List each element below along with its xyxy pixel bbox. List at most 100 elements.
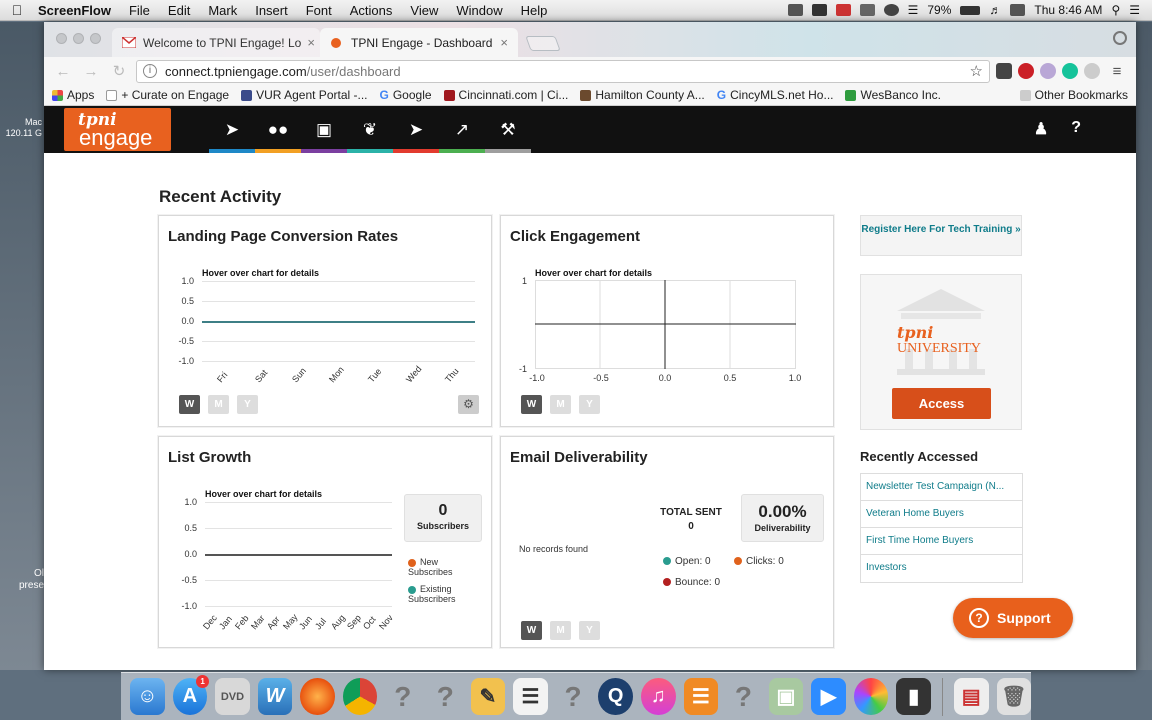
unknown-app-icon[interactable]: ?	[428, 678, 463, 715]
user-icon[interactable]: ♟	[1034, 119, 1048, 139]
unknown-app-icon[interactable]: ?	[556, 678, 591, 715]
menu-insert[interactable]: Insert	[246, 3, 297, 18]
preview-icon[interactable]: ▣	[768, 678, 804, 715]
tab-gmail[interactable]: Welcome to TPNI Engage! Lo ×	[112, 28, 320, 57]
itunes-icon[interactable]: ♫	[640, 678, 676, 715]
bookmark-cincymls[interactable]: G CincyMLS.net Ho...	[717, 88, 834, 102]
chrome-menu-icon[interactable]: ≡	[1106, 63, 1128, 80]
recent-item[interactable]: Investors	[861, 555, 1022, 582]
screenflow-record-icon[interactable]	[787, 4, 803, 16]
recent-item[interactable]: Veteran Home Buyers	[861, 501, 1022, 528]
battery-icon[interactable]	[960, 5, 981, 15]
spotlight-search-icon[interactable]: ⚲	[1111, 3, 1120, 17]
app-store-icon[interactable]: A1	[172, 675, 210, 715]
support-button[interactable]: ? Support	[953, 598, 1073, 638]
bookmark-vur[interactable]: VUR Agent Portal -...	[241, 88, 368, 102]
trash-icon[interactable]: 🗑	[996, 678, 1032, 715]
pinterest-extension-icon[interactable]	[1018, 63, 1034, 79]
help-icon[interactable]: ?	[1071, 119, 1081, 139]
address-bar[interactable]: i connect.tpniengage.com/user/dashboard …	[136, 59, 990, 83]
ibooks-icon[interactable]: ☰	[683, 678, 719, 715]
leaf-icon[interactable]: ❦	[347, 106, 393, 153]
finder-icon[interactable]: ☺	[130, 678, 165, 715]
forward-arrow-icon[interactable]: →	[80, 63, 102, 80]
close-window-button[interactable]	[56, 33, 67, 44]
bookmark-star-icon[interactable]: ☆	[970, 62, 983, 80]
buffer-extension-icon[interactable]	[996, 63, 1012, 79]
analytics-icon[interactable]: ↗	[439, 106, 485, 153]
menu-window[interactable]: Window	[447, 3, 511, 18]
bookmark-other[interactable]: Other Bookmarks	[1019, 88, 1128, 102]
bookmark-cincinnati[interactable]: Cincinnati.com | Ci...	[443, 88, 568, 102]
notification-center-icon[interactable]: ☰	[1129, 3, 1140, 17]
menu-file[interactable]: File	[120, 3, 159, 18]
profile-icon[interactable]	[1113, 31, 1127, 45]
new-tab-button[interactable]	[525, 36, 561, 51]
week-button[interactable]: W	[179, 395, 200, 414]
recent-item[interactable]: Newsletter Test Campaign (N...	[861, 474, 1022, 501]
time-machine-icon[interactable]	[883, 4, 899, 16]
zoom-icon[interactable]: ▶	[811, 678, 846, 715]
bookmark-curate[interactable]: + Curate on Engage	[106, 88, 229, 102]
wrench-icon[interactable]: ⚒	[485, 106, 531, 153]
year-button[interactable]: Y	[579, 621, 600, 640]
volume-icon[interactable]: ♬	[989, 3, 1001, 17]
wifi-icon[interactable]: ☰	[908, 3, 919, 17]
tab-dashboard[interactable]: TPNI Engage - Dashboard ×	[320, 28, 518, 57]
menu-font[interactable]: Font	[297, 3, 341, 18]
photos-icon[interactable]	[853, 678, 889, 715]
menu-edit[interactable]: Edit	[159, 3, 199, 18]
menu-app-name[interactable]: ScreenFlow	[34, 3, 120, 18]
flag-icon[interactable]	[859, 4, 875, 16]
textedit-icon[interactable]: ☰	[513, 678, 548, 715]
zoom-window-button[interactable]	[90, 33, 101, 44]
recent-item[interactable]: First Time Home Buyers	[861, 528, 1022, 555]
quicktime-icon[interactable]: Q	[598, 678, 633, 715]
unknown-app-icon[interactable]: ?	[726, 678, 761, 715]
week-button[interactable]: W	[521, 621, 542, 640]
record-icon[interactable]	[835, 4, 851, 16]
bookmark-hamilton[interactable]: Hamilton County A...	[580, 88, 705, 102]
keyboard-icon[interactable]	[1010, 4, 1026, 16]
month-button[interactable]: M	[208, 395, 229, 414]
week-button[interactable]: W	[521, 395, 542, 414]
menu-help[interactable]: Help	[512, 3, 557, 18]
page-info-icon[interactable]: i	[143, 64, 157, 78]
menubar-clock[interactable]: Thu 8:46 AM	[1034, 3, 1102, 17]
screenflow-icon[interactable]: ▮	[896, 678, 931, 715]
send-icon[interactable]: ➤	[393, 106, 439, 153]
tab-close-icon[interactable]: ×	[301, 35, 315, 50]
menu-view[interactable]: View	[401, 3, 447, 18]
evernote-icon[interactable]	[811, 4, 827, 16]
year-button[interactable]: Y	[237, 395, 258, 414]
minimize-window-button[interactable]	[73, 33, 84, 44]
pages-icon[interactable]: ✎	[470, 678, 506, 715]
unknown-app-icon[interactable]: ?	[385, 678, 420, 715]
firefox-icon[interactable]	[300, 678, 335, 715]
s-extension-icon[interactable]	[1084, 63, 1100, 79]
access-button[interactable]: Access	[892, 388, 991, 419]
settings-gear-icon[interactable]: ⚙	[458, 395, 479, 414]
dvd-player-icon[interactable]: DVD	[215, 678, 250, 715]
bookmark-wesbanco[interactable]: WesBanco Inc.	[845, 88, 941, 102]
chrome-icon[interactable]	[342, 678, 378, 715]
contacts-icon[interactable]: ●●	[255, 106, 301, 153]
back-arrow-icon[interactable]: ←	[52, 63, 74, 80]
grammarly-extension-icon[interactable]	[1062, 63, 1078, 79]
apple-menu-icon[interactable]: 	[0, 2, 34, 18]
menu-mark[interactable]: Mark	[199, 3, 246, 18]
tab-close-icon[interactable]: ×	[494, 35, 508, 50]
word-icon[interactable]: W	[257, 678, 293, 715]
image-icon[interactable]: ▣	[301, 106, 347, 153]
month-button[interactable]: M	[550, 621, 571, 640]
reload-icon[interactable]: ↻	[108, 62, 130, 80]
pen-extension-icon[interactable]	[1040, 63, 1056, 79]
document-icon[interactable]: ▤	[953, 678, 989, 715]
bookmark-google[interactable]: G Google	[380, 88, 432, 102]
month-button[interactable]: M	[550, 395, 571, 414]
rocket-icon[interactable]: ➤	[209, 106, 255, 153]
bookmark-apps[interactable]: Apps	[52, 88, 94, 102]
year-button[interactable]: Y	[579, 395, 600, 414]
tpni-engage-logo[interactable]: tpni engage	[64, 108, 171, 151]
register-tech-training-link[interactable]: Register Here For Tech Training »	[860, 215, 1022, 256]
